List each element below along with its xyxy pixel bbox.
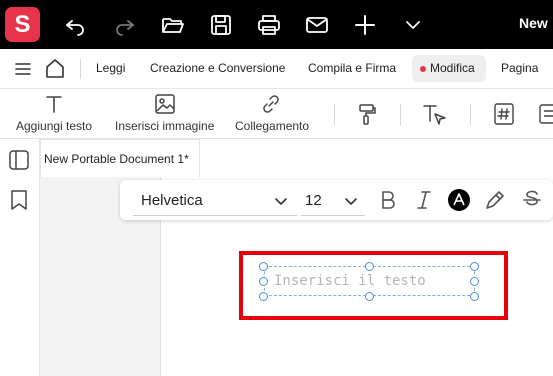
mail-icon[interactable] xyxy=(305,13,329,37)
add-text-label: Aggiungi testo xyxy=(16,119,93,133)
image-icon xyxy=(154,93,176,115)
chevron-down-icon[interactable] xyxy=(401,13,425,37)
add-text-button[interactable]: Aggiungi testo xyxy=(14,89,98,139)
italic-icon[interactable] xyxy=(412,188,436,212)
resize-handle[interactable] xyxy=(470,277,479,286)
print-icon[interactable] xyxy=(257,13,281,37)
font-size-value: 12 xyxy=(305,192,322,209)
new-menu-button[interactable]: New xyxy=(519,15,548,31)
plus-icon[interactable] xyxy=(353,13,377,37)
format-painter-icon[interactable] xyxy=(356,102,378,126)
menu-item-modifica[interactable]: Modifica xyxy=(412,55,486,82)
chevron-down-icon xyxy=(343,193,359,209)
more-tools-icon[interactable] xyxy=(538,102,553,126)
link-button[interactable]: Collegamento xyxy=(234,89,314,139)
resize-handle[interactable] xyxy=(365,262,374,271)
resize-handle[interactable] xyxy=(259,277,268,286)
text-select-icon[interactable] xyxy=(421,102,447,126)
save-icon[interactable] xyxy=(209,13,233,37)
link-label: Collegamento xyxy=(235,119,310,133)
document-tab-title: New Portable Document 1* xyxy=(44,152,189,166)
tools-divider xyxy=(334,104,335,126)
chevron-down-icon xyxy=(273,193,289,209)
text-box-placeholder: Inserisci il testo xyxy=(274,273,426,289)
resize-handle[interactable] xyxy=(470,292,479,301)
text-color-icon[interactable] xyxy=(447,188,471,212)
font-family-select[interactable]: Helvetica xyxy=(133,184,297,216)
text-tool-icon xyxy=(44,93,64,115)
highlighter-icon[interactable] xyxy=(483,188,507,212)
font-family-value: Helvetica xyxy=(141,192,203,209)
tools-divider xyxy=(400,104,401,126)
bookmark-icon[interactable] xyxy=(9,189,29,211)
panel-toggle-icon[interactable] xyxy=(8,149,30,171)
menu-divider xyxy=(80,59,81,79)
redo-icon[interactable] xyxy=(113,13,137,37)
menu-item-creazione[interactable]: Creazione e Conversione xyxy=(150,61,285,75)
menu-item-pagina[interactable]: Pagina xyxy=(501,61,538,75)
form-field-icon[interactable] xyxy=(493,102,515,126)
resize-handle[interactable] xyxy=(259,262,268,271)
menu-item-leggi[interactable]: Leggi xyxy=(96,61,125,75)
app-logo[interactable]: S xyxy=(5,7,40,42)
left-panel xyxy=(0,139,40,376)
tools-bar: Aggiungi testo Inserisci immagine Colleg… xyxy=(0,89,553,139)
font-toolbar: Helvetica 12 xyxy=(120,180,553,220)
title-bar: S New xyxy=(0,0,553,49)
strikethrough-icon[interactable] xyxy=(520,188,544,212)
link-icon xyxy=(260,93,282,115)
open-folder-icon[interactable] xyxy=(161,13,185,37)
resize-handle[interactable] xyxy=(470,262,479,271)
hamburger-icon[interactable] xyxy=(14,61,32,77)
active-dot-icon xyxy=(420,66,426,72)
menu-item-modifica-label: Modifica xyxy=(430,61,475,75)
menu-bar: Leggi Creazione e Conversione Compila e … xyxy=(0,49,553,89)
insert-image-label: Inserisci immagine xyxy=(115,119,215,133)
home-icon[interactable] xyxy=(44,57,66,79)
insert-image-button[interactable]: Inserisci immagine xyxy=(114,89,218,139)
menu-item-compila[interactable]: Compila e Firma xyxy=(308,61,396,75)
font-size-select[interactable]: 12 xyxy=(301,184,365,216)
undo-icon[interactable] xyxy=(63,13,87,37)
bold-icon[interactable] xyxy=(376,188,400,212)
tools-divider xyxy=(470,104,471,126)
app-logo-letter: S xyxy=(14,10,31,38)
resize-handle[interactable] xyxy=(365,292,374,301)
resize-handle[interactable] xyxy=(259,292,268,301)
document-tab[interactable]: New Portable Document 1* xyxy=(40,139,200,177)
